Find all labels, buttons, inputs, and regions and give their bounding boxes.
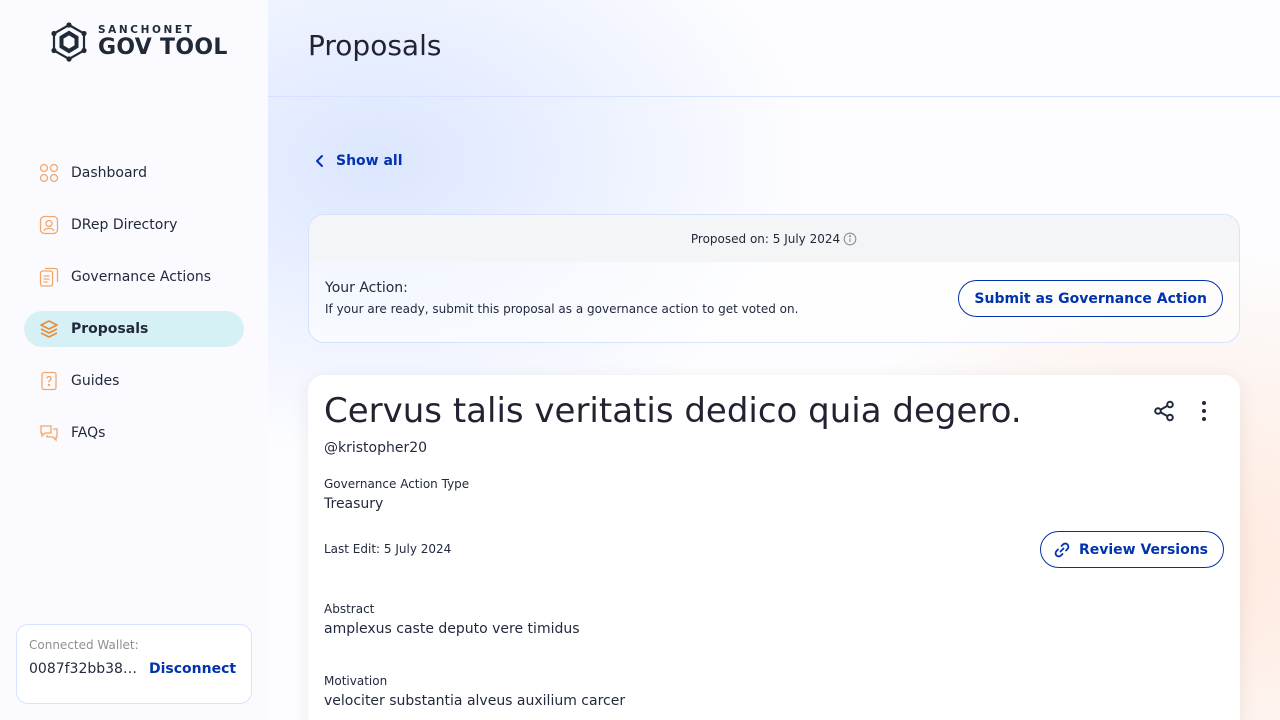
wallet-address: 0087f32bb38a... [29,661,141,677]
connected-wallet-panel: Connected Wallet: 0087f32bb38a... Discon… [16,624,252,704]
review-versions-button[interactable]: Review Versions [1039,531,1224,568]
dashboard-icon [39,163,59,183]
sidebar-item-label: Proposals [71,321,149,337]
last-edit-text: Last Edit: 5 July 2024 [324,542,452,556]
sidebar-item-proposals[interactable]: Proposals [24,311,244,347]
proposal-title: Cervus talis veritatis dedico quia deger… [324,391,1022,431]
govtool-logo[interactable]: SANCHONET GOV TOOL [48,22,228,62]
sidebar-item-label: Governance Actions [71,269,212,285]
main-content: Proposals Show all Proposed on: 5 July 2… [268,0,1280,720]
show-all-link[interactable]: Show all [314,153,403,169]
motivation-value: velociter substantia alveus auxilium car… [324,693,626,709]
abstract-value: amplexus caste deputo vere timidus [324,621,580,637]
proposal-card: Cervus talis veritatis dedico quia deger… [308,375,1240,720]
link-icon [1054,542,1070,557]
page-title: Proposals [308,29,442,62]
abstract-label: Abstract [324,602,375,616]
governance-actions-icon [39,267,59,287]
sidebar-item-governance-actions[interactable]: Governance Actions [24,259,244,295]
your-action-description: If your are ready, submit this proposal … [325,302,799,316]
guides-icon [39,371,59,391]
logo-title: GOV TOOL [98,35,228,61]
logo-subtitle: SANCHONET [98,23,195,36]
sidebar-item-guides[interactable]: Guides [24,363,244,399]
govtool-logo-icon [51,22,87,62]
faqs-icon [39,423,59,443]
sidebar-item-label: DRep Directory [71,217,178,233]
proposals-icon [39,319,59,339]
proposed-on-header: Proposed on: 5 July 2024 [309,215,1239,262]
more-options-icon[interactable] [1192,399,1216,423]
your-action-label: Your Action: [325,280,408,296]
chevron-left-icon [316,155,323,167]
sidebar: SANCHONET GOV TOOL Dashboard DRep Direct… [0,0,268,720]
submit-as-governance-action-button[interactable]: Submit as Governance Action [958,280,1223,317]
disconnect-button[interactable]: Disconnect [149,661,236,677]
info-icon[interactable] [843,232,857,246]
share-icon[interactable] [1152,399,1176,423]
proposed-on-text: Proposed on: 5 July 2024 [690,231,841,246]
sidebar-nav: Dashboard DRep Directory Governance Acti… [24,155,244,467]
sidebar-item-drep-directory[interactable]: DRep Directory [24,207,244,243]
sidebar-item-label: Guides [71,373,120,389]
sidebar-item-label: FAQs [71,425,106,441]
drep-directory-icon [39,215,59,235]
top-bar: Proposals [268,0,1280,97]
sidebar-item-faqs[interactable]: FAQs [24,415,244,451]
proposal-author[interactable]: @kristopher20 [324,440,427,456]
sidebar-item-dashboard[interactable]: Dashboard [24,155,244,191]
review-versions-label: Review Versions [1078,541,1208,558]
governance-action-type-value: Treasury [324,496,384,512]
submit-action-card: Proposed on: 5 July 2024 Your Action: If… [308,214,1240,343]
wallet-label: Connected Wallet: [29,638,139,652]
motivation-label: Motivation [324,674,388,688]
show-all-label: Show all [336,153,403,169]
governance-action-type-label: Governance Action Type [324,477,470,491]
sidebar-item-label: Dashboard [71,165,147,181]
